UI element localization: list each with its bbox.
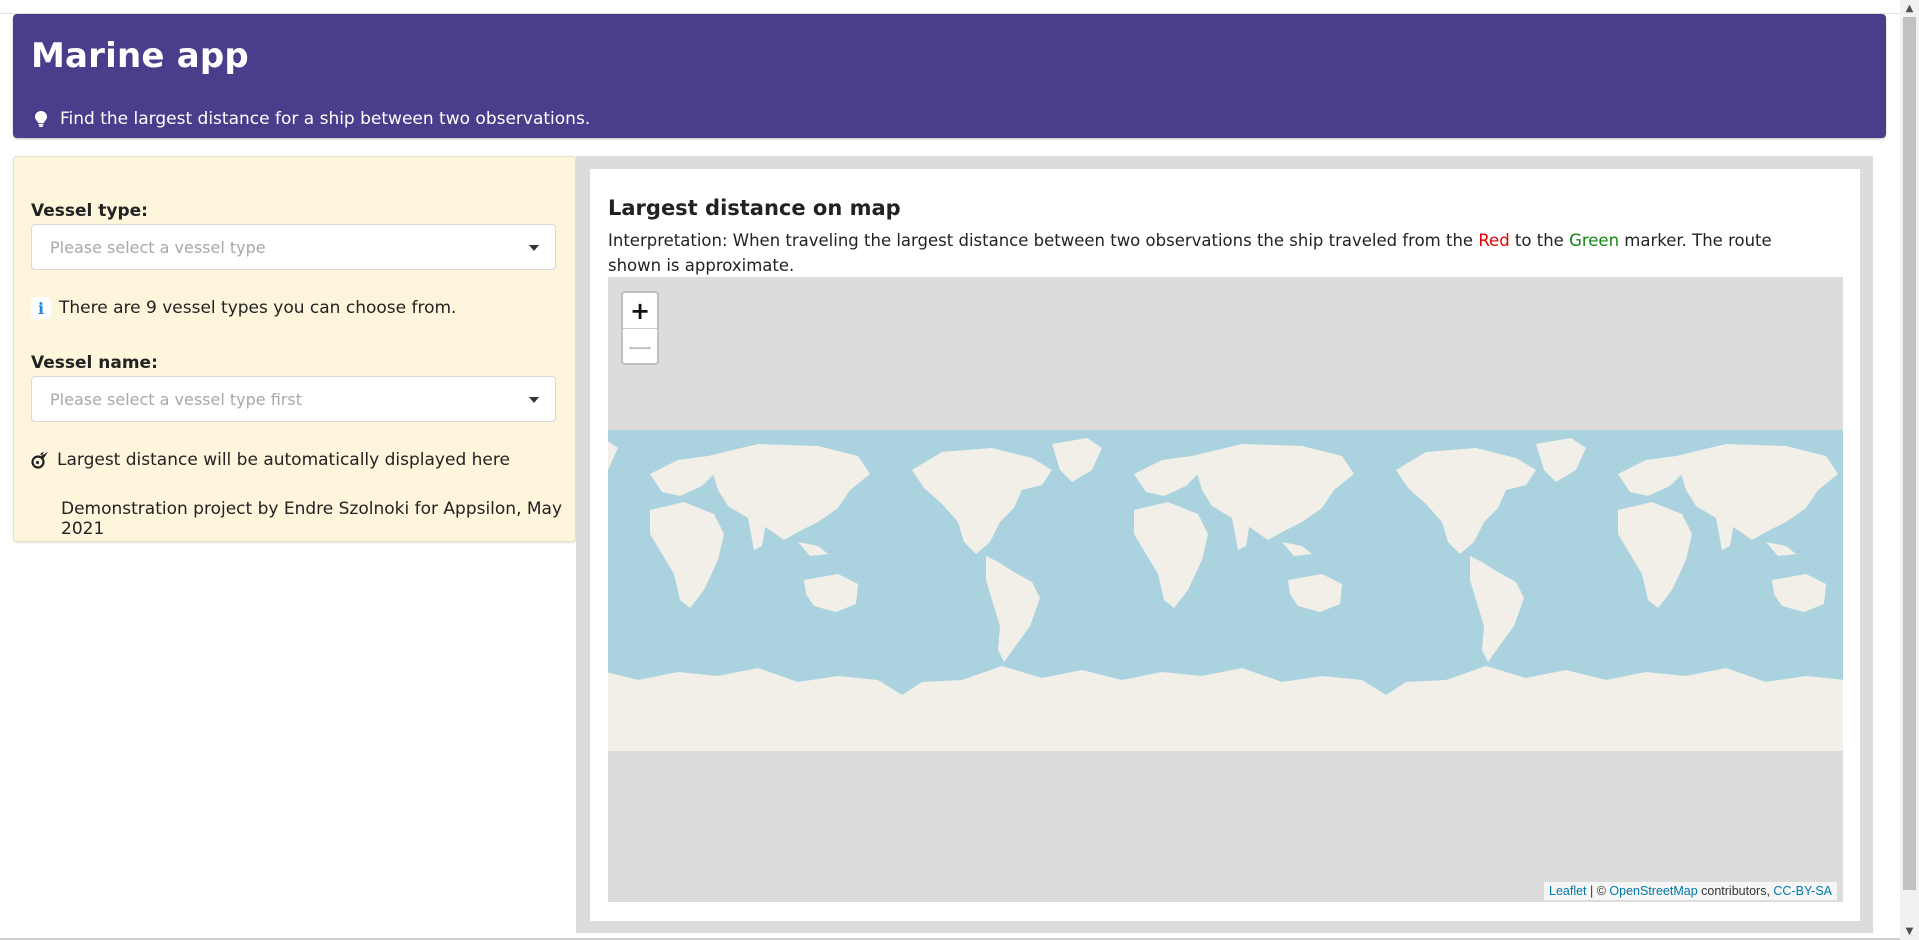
tagline-text: Find the largest distance for a ship bet… bbox=[60, 109, 591, 129]
vessel-name-select[interactable]: Please select a vessel type first bbox=[31, 376, 556, 422]
attr-separator: | © bbox=[1586, 884, 1610, 898]
meteor-icon bbox=[31, 451, 48, 469]
vessel-type-label: Vessel type: bbox=[31, 201, 148, 221]
scrollbar-thumb[interactable] bbox=[1903, 17, 1916, 890]
scroll-down-icon[interactable]: ▼ bbox=[1900, 923, 1919, 940]
distance-text: Largest distance will be automatically d… bbox=[57, 450, 510, 470]
info-icon: i bbox=[31, 297, 51, 319]
panel-title: Largest distance on map bbox=[608, 196, 901, 220]
attr-contributors: contributors, bbox=[1697, 884, 1774, 898]
sidebar-panel: Vessel type: Please select a vessel type… bbox=[13, 156, 576, 542]
vessel-count-text: There are 9 vessel types you can choose … bbox=[59, 298, 457, 318]
osm-link[interactable]: OpenStreetMap bbox=[1609, 884, 1697, 898]
lightbulb-icon bbox=[35, 111, 47, 127]
vertical-scrollbar[interactable]: ▲ ▼ bbox=[1900, 0, 1919, 940]
chevron-down-icon bbox=[529, 245, 539, 251]
app-title: Marine app bbox=[31, 36, 249, 76]
app-tagline: Find the largest distance for a ship bet… bbox=[35, 109, 590, 129]
main-panel-wrapper: Largest distance on map Interpretation: … bbox=[576, 156, 1873, 933]
zoom-out-button[interactable]: — bbox=[623, 329, 657, 364]
credit-text: Demonstration project by Endre Szolnoki … bbox=[61, 499, 563, 539]
browser-top-edge bbox=[0, 0, 1900, 14]
chevron-down-icon bbox=[529, 397, 539, 403]
map-attribution: Leaflet | © OpenStreetMap contributors, … bbox=[1544, 882, 1837, 900]
vessel-type-select[interactable]: Please select a vessel type bbox=[31, 224, 556, 270]
leaflet-map[interactable]: + — Leaflet | © OpenStreetMap contributo… bbox=[608, 277, 1843, 902]
main-panel: Largest distance on map Interpretation: … bbox=[590, 169, 1860, 921]
world-map-tiles bbox=[608, 430, 1843, 751]
interp-red-word: Red bbox=[1478, 231, 1510, 250]
zoom-control: + — bbox=[621, 291, 659, 365]
distance-result: Largest distance will be automatically d… bbox=[31, 450, 510, 470]
vessel-name-label: Vessel name: bbox=[31, 353, 158, 373]
interp-prefix: Interpretation: When traveling the large… bbox=[608, 231, 1479, 250]
vessel-type-placeholder: Please select a vessel type bbox=[50, 238, 266, 257]
zoom-in-button[interactable]: + bbox=[623, 293, 657, 329]
interp-green-word: Green bbox=[1569, 231, 1620, 250]
scroll-up-icon[interactable]: ▲ bbox=[1900, 0, 1919, 17]
app-header: Marine app Find the largest distance for… bbox=[13, 14, 1886, 138]
license-link[interactable]: CC-BY-SA bbox=[1773, 884, 1832, 898]
interp-mid: to the bbox=[1509, 231, 1570, 250]
leaflet-link[interactable]: Leaflet bbox=[1549, 884, 1587, 898]
interpretation-text: Interpretation: When traveling the large… bbox=[608, 228, 1788, 278]
vessel-name-placeholder: Please select a vessel type first bbox=[50, 390, 302, 409]
vessel-count-info: i There are 9 vessel types you can choos… bbox=[31, 297, 456, 319]
